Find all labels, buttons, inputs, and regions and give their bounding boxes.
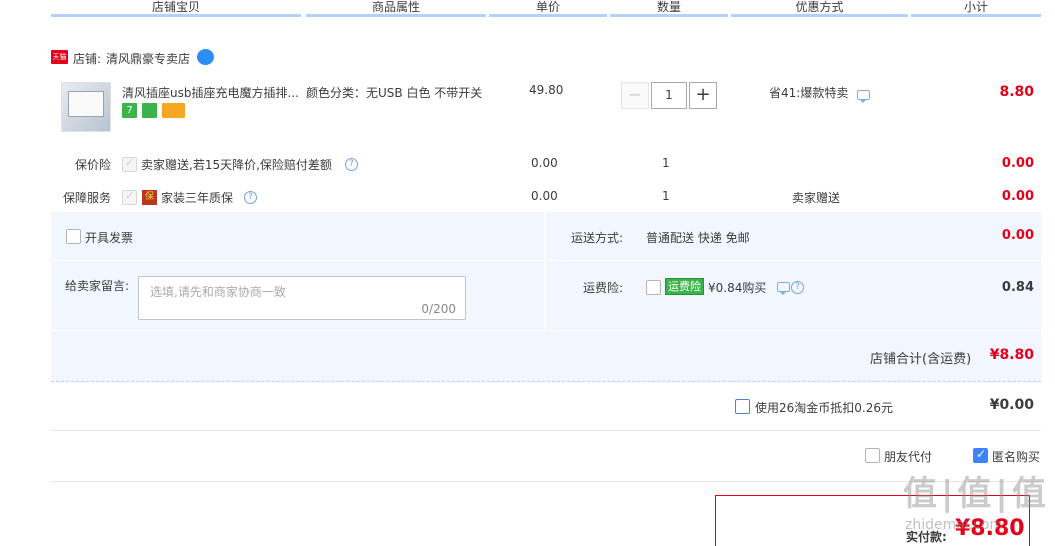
watermark-domain: zhidemai.com (905, 517, 1004, 533)
guarantee-icon (142, 103, 157, 118)
product-attribute: 颜色分类：无USB 白色 不带开关 (306, 86, 483, 100)
help-icon[interactable]: ? (244, 191, 257, 204)
shipping-label: 运送方式: (571, 231, 624, 245)
col-header-item: 店铺宝贝 (51, 0, 301, 17)
item-subtotal: 8.80 (999, 84, 1034, 100)
product-title-link[interactable]: 清风插座usb插座充电魔方插排... (122, 84, 300, 101)
invoice-checkbox[interactable] (66, 229, 81, 244)
warranty-subtotal: 0.00 (1001, 189, 1034, 204)
seller-message-input[interactable]: 选填,请先和商家协商一致 0/200 (138, 276, 466, 320)
message-counter: 0/200 (421, 302, 456, 316)
col-header-attr: 商品属性 (306, 0, 486, 17)
warranty-promo: 卖家赠送 (792, 191, 841, 205)
warranty-checkbox (122, 189, 137, 205)
shop-total-value: ¥8.80 (989, 347, 1034, 363)
taobao-coins-value: ¥0.00 (989, 397, 1034, 413)
col-header-promo: 优惠方式 (731, 0, 908, 17)
price-protect-price: 0.00 (531, 156, 558, 170)
freight-insurance-amount: 0.84 (1001, 280, 1034, 295)
anonymous-label: 匿名购买 (992, 450, 1041, 464)
comment-icon[interactable] (777, 282, 790, 295)
price-protect-checkbox (122, 156, 137, 172)
help-icon[interactable]: ? (791, 281, 804, 294)
col-header-qty: 数量 (610, 0, 728, 17)
warranty-qty: 1 (662, 189, 670, 203)
seven-day-return-icon: 7 (122, 103, 137, 118)
credit-card-icon (162, 103, 185, 118)
price-protect-label: 保价险 (74, 158, 111, 172)
product-image-shape (68, 91, 104, 117)
column-header-row: 店铺宝贝 商品属性 单价 数量 优惠方式 小计 (51, 0, 1041, 20)
col-header-subtotal: 小计 (911, 0, 1041, 17)
invoice-label: 开具发票 (85, 231, 134, 245)
message-placeholder: 选填,请先和商家协商一致 (150, 285, 286, 299)
freight-insurance-checkbox[interactable] (646, 280, 661, 295)
taobao-coins-label: 使用26淘金币抵扣0.26元 (755, 401, 893, 415)
qty-increase-button[interactable]: + (689, 82, 717, 109)
unit-price: 49.80 (529, 83, 564, 97)
message-label: 给卖家留言: (65, 279, 130, 293)
shipping-amount: 0.00 (1001, 228, 1034, 243)
panel-divider (51, 330, 1041, 331)
price-protect-subtotal: 0.00 (1001, 156, 1034, 171)
shop-total-label: 店铺合计(含运费) (870, 352, 972, 367)
divider (51, 481, 1041, 482)
help-icon[interactable]: ? (345, 158, 358, 171)
shop-name-link[interactable]: 清风鼎豪专卖店 (106, 50, 190, 67)
warranty-label: 保障服务 (62, 191, 111, 205)
qty-decrease-button[interactable]: − (621, 82, 649, 109)
warranty-shield-icon: 保 (142, 190, 157, 205)
wangwang-chat-icon[interactable] (197, 49, 214, 65)
warranty-price: 0.00 (531, 189, 558, 203)
panel-divider-vertical (544, 212, 546, 330)
price-protect-desc: 卖家赠送,若15天降价,保险赔付差额 (141, 158, 332, 172)
warranty-desc: 家装三年质保 (161, 191, 234, 205)
promo-comment-icon[interactable] (857, 90, 870, 103)
watermark-logo: 值|值|值 (903, 474, 1050, 514)
freight-insurance-label: 运费险: (583, 281, 624, 295)
product-thumbnail[interactable] (61, 82, 111, 132)
friend-pay-checkbox[interactable] (865, 448, 880, 463)
anonymous-checkbox[interactable] (973, 447, 988, 463)
divider (51, 430, 1041, 431)
qty-input[interactable]: 1 (651, 82, 687, 109)
freight-insurance-tag: 运费险 (665, 278, 704, 295)
friend-pay-label: 朋友代付 (884, 450, 933, 464)
panel-divider (51, 260, 1041, 261)
price-protect-qty: 1 (662, 156, 670, 170)
promo-text: 省41:爆款特卖 (769, 86, 849, 100)
freight-insurance-desc: ¥0.84购买 (708, 281, 767, 295)
taobao-coins-checkbox[interactable] (735, 399, 750, 414)
col-header-price: 单价 (489, 0, 607, 17)
shop-label: 店铺: (73, 52, 102, 66)
tmall-icon: 天猫 (51, 50, 68, 64)
shipping-method: 普通配送 快递 免邮 (646, 231, 750, 245)
